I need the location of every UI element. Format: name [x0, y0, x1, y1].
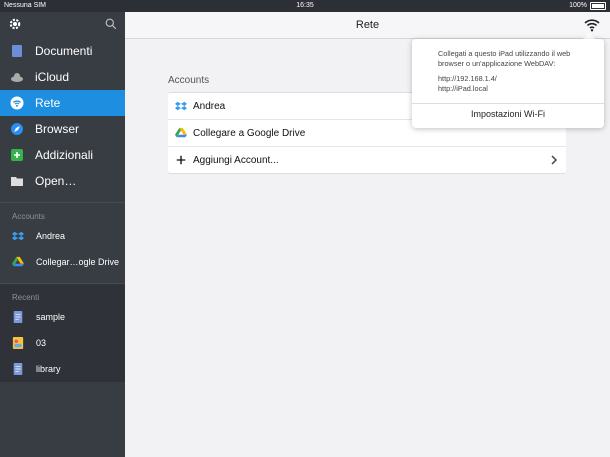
sidebar-item-label: Open… [35, 174, 77, 188]
sidebar-account-label: Collegar…ogle Drive [36, 257, 120, 267]
sidebar-item-icloud[interactable]: iCloud [0, 64, 125, 90]
google-drive-icon [175, 127, 187, 138]
sidebar-item-browser[interactable]: Browser [0, 116, 125, 142]
recent-item-label: 03 [36, 338, 47, 348]
cloud-icon [11, 73, 23, 82]
page-title: Rete [355, 19, 380, 31]
status-right: 100% [569, 0, 606, 12]
sidebar-item-documenti[interactable]: Documenti [0, 38, 125, 64]
document-icon [12, 45, 22, 57]
status-bar: Nessuna SIM 16:35 100% [0, 0, 610, 12]
recent-item-library[interactable]: library [0, 356, 125, 382]
sidebar-item-label: Addizionali [35, 148, 94, 162]
recent-item-label: sample [36, 312, 66, 322]
gear-icon[interactable] [8, 17, 22, 31]
navigation-bar: Rete [125, 12, 610, 39]
plus-icon [11, 149, 23, 161]
compass-icon [11, 123, 23, 135]
sidebar-account-andrea[interactable]: Andrea [0, 223, 125, 249]
clock: 16:35 [296, 2, 314, 9]
dropbox-icon [12, 231, 24, 241]
image-file-icon [12, 337, 24, 349]
add-account-row[interactable]: Aggiungi Account... [168, 147, 566, 173]
wifi-icon [10, 96, 24, 110]
sidebar-account-google-drive[interactable]: Collegar…ogle Drive [0, 249, 125, 275]
dropbox-icon [175, 101, 187, 111]
battery-percent: 100% [569, 2, 587, 9]
sidebar-item-label: Documenti [35, 44, 93, 58]
add-account-label: Aggiungi Account... [193, 154, 279, 166]
recent-item-sample[interactable]: sample [0, 304, 125, 330]
wifi-settings-button[interactable]: Impostazioni Wi-Fi [412, 109, 604, 119]
sidebar-item-label: Browser [35, 122, 80, 136]
sidebar-item-rete[interactable]: Rete [0, 90, 125, 116]
accounts-section-title: Accounts [168, 75, 210, 86]
popover-divider [412, 103, 604, 104]
sidebar-item-open[interactable]: Open… [0, 168, 125, 194]
plus-icon [176, 155, 186, 165]
webdav-url-host: http://iPad.local [438, 84, 488, 93]
file-icon [13, 363, 23, 375]
wifi-icon[interactable] [584, 18, 600, 32]
account-row-label: Andrea [193, 100, 226, 112]
folder-icon [11, 177, 23, 186]
sidebar: Documenti iCloud Rete Browser Addizional… [0, 12, 125, 457]
sidebar-account-label: Andrea [36, 231, 66, 241]
sidebar-toolbar [0, 12, 125, 38]
google-drive-icon [12, 256, 24, 267]
recent-item-03[interactable]: 03 [0, 330, 125, 356]
chevron-right-icon [551, 155, 558, 165]
recents-section: Recenti sample 03 library [0, 283, 125, 382]
popover-description: Collegati a questo iPad utilizzando il w… [438, 49, 571, 68]
sidebar-item-label: Rete [35, 96, 61, 110]
accounts-section-header: Accounts [0, 202, 125, 223]
sidebar-item-label: iCloud [35, 70, 70, 84]
file-icon [13, 311, 23, 323]
recents-section-header: Recenti [0, 283, 125, 304]
webdav-url-ip: http://192.168.1.4/ [438, 74, 497, 83]
recent-item-label: library [36, 364, 61, 374]
account-row-label: Collegare a Google Drive [193, 127, 306, 139]
sidebar-item-addizionali[interactable]: Addizionali [0, 142, 125, 168]
wifi-popover: Collegati a questo iPad utilizzando il w… [412, 39, 604, 128]
battery-icon [590, 2, 606, 10]
search-icon[interactable] [105, 18, 117, 30]
